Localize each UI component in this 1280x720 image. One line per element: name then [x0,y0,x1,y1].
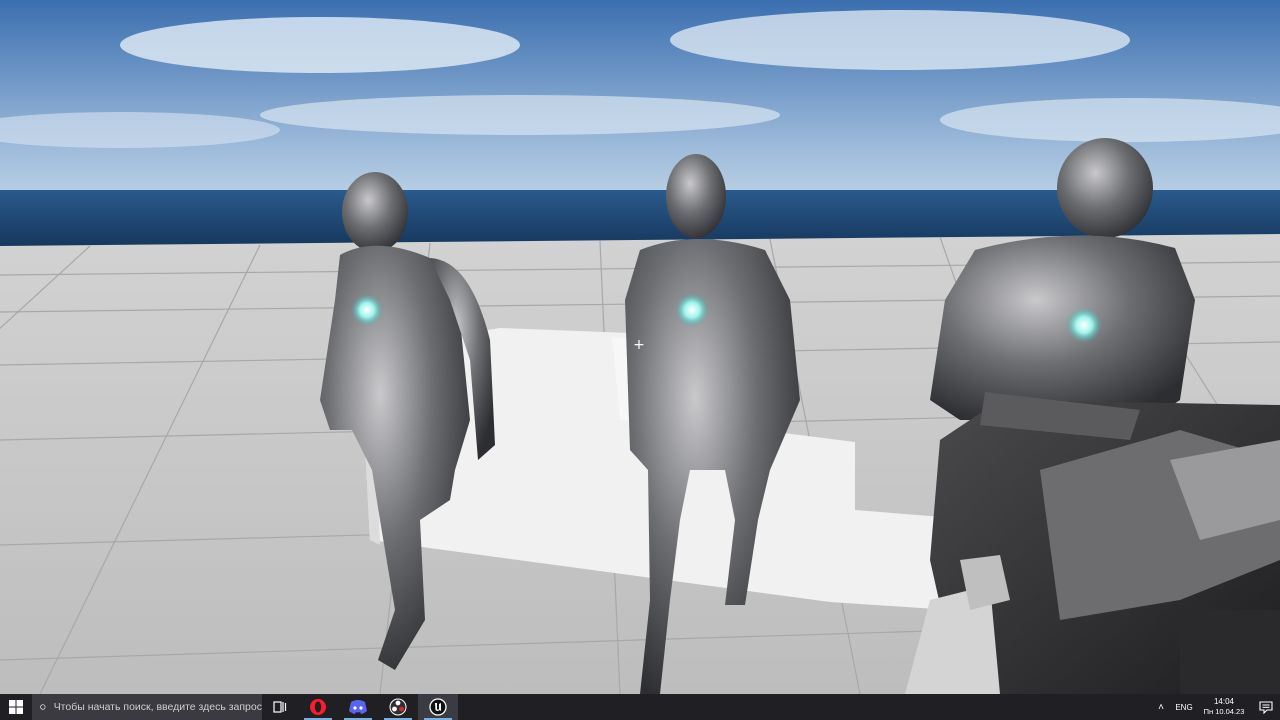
windows-logo-icon [9,700,23,714]
opera-icon [310,699,326,715]
cortana-circle-icon [40,704,46,710]
taskbar-app-unreal-engine[interactable] [418,694,458,720]
windows-taskbar: Чтобы начать поиск, введите здесь запрос [0,694,1280,720]
taskbar-app-discord[interactable] [338,694,378,720]
chevron-up-icon: ˄ [1158,701,1164,713]
clock-date: Пн 10.04.23 [1203,707,1245,716]
start-button[interactable] [0,694,32,720]
taskbar-search-input[interactable]: Чтобы начать поиск, введите здесь запрос [32,694,262,720]
notification-center-button[interactable] [1252,694,1280,720]
language-indicator[interactable]: ENG [1172,694,1196,720]
task-view-button[interactable] [262,694,298,720]
search-placeholder: Чтобы начать поиск, введите здесь запрос [53,701,262,713]
discord-icon [349,700,367,714]
unreal-engine-icon [429,698,447,716]
clock-time: 14:04 [1213,697,1235,706]
taskbar-app-opera[interactable] [298,694,338,720]
taskbar-app-obs[interactable] [378,694,418,720]
notification-icon [1259,700,1273,714]
player-weapon [905,392,1280,694]
task-view-icon [273,701,287,713]
cloud [260,95,780,135]
system-tray: ˄ ENG 14:04 Пн 10.04.23 [1150,694,1280,720]
tray-overflow-button[interactable]: ˄ [1150,694,1172,720]
clock-button[interactable]: 14:04 Пн 10.04.23 [1196,694,1252,720]
game-viewport[interactable]: + [0,0,1280,694]
cloud [120,17,520,73]
cloud [670,10,1130,70]
crosshair: + [633,337,645,353]
obs-icon [389,698,407,716]
